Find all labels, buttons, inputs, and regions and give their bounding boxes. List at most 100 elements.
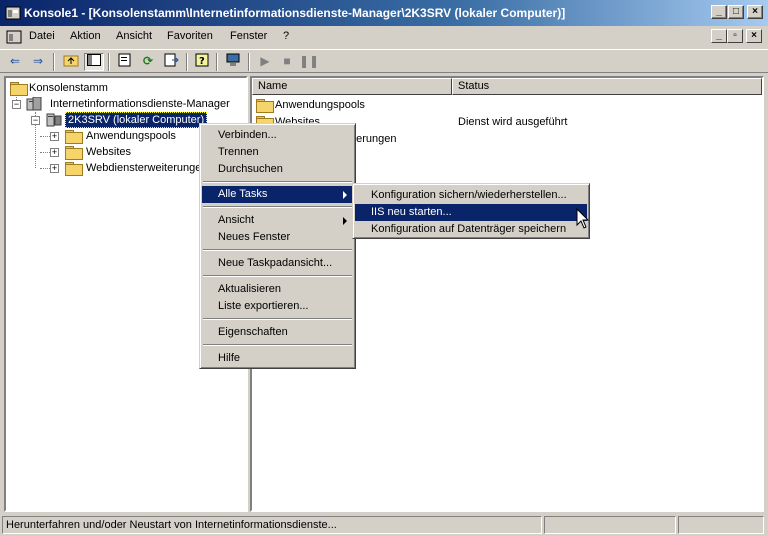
list-item-name: Anwendungspools	[275, 99, 365, 111]
toolbar-separator	[108, 53, 110, 71]
help-icon[interactable]: ?	[193, 53, 213, 71]
column-header-status[interactable]: Status	[452, 78, 762, 95]
submenu-item-iis-restart[interactable]: IIS neu starten...	[355, 204, 587, 221]
menu-item-alle-tasks[interactable]: Alle Tasks	[202, 186, 353, 203]
status-text: Herunterfahren und/oder Neustart von Int…	[2, 516, 542, 534]
back-icon[interactable]: ⇐	[5, 53, 25, 71]
menu-item-label: Eigenschaften	[218, 326, 288, 338]
server-icon	[46, 113, 62, 127]
menu-item-label: Trennen	[218, 146, 259, 158]
menu-separator	[203, 249, 352, 251]
menu-item-aktualisieren[interactable]: Aktualisieren	[202, 281, 353, 298]
menu-separator	[203, 181, 352, 183]
tree-line	[40, 152, 50, 153]
expand-icon[interactable]: +	[50, 132, 59, 141]
menu-item-taskpad[interactable]: Neue Taskpadansicht...	[202, 255, 353, 272]
properties-icon[interactable]	[115, 53, 135, 71]
toolbar-separator	[53, 53, 55, 71]
title-bar[interactable]: Konsole1 - [Konsolenstamm\Internetinform…	[0, 0, 768, 26]
submenu-arrow-icon	[343, 191, 347, 199]
menu-item-label: Ansicht	[218, 214, 255, 226]
list-item-status: Dienst wird ausgeführt	[458, 116, 568, 128]
toolbar-separator	[216, 53, 218, 71]
folder-icon	[65, 162, 83, 176]
menu-separator	[203, 275, 352, 277]
close-button[interactable]: ×	[747, 5, 763, 19]
mdi-minimize-button[interactable]: _	[711, 29, 727, 43]
menu-item-label: Neues Fenster	[218, 231, 291, 243]
folder-icon	[65, 146, 83, 160]
tree-line	[40, 168, 50, 169]
mdi-close-button[interactable]: ×	[746, 29, 762, 43]
menu-item-label: Liste exportieren...	[218, 300, 309, 312]
menu-help[interactable]: ?	[283, 30, 289, 42]
mouse-cursor-icon	[576, 208, 590, 229]
menu-item-ansicht[interactable]: Ansicht	[202, 212, 353, 229]
minimize-button[interactable]: _	[711, 5, 727, 19]
expand-icon[interactable]: +	[50, 164, 59, 173]
menu-item-eigenschaften[interactable]: Eigenschaften	[202, 324, 353, 341]
play-icon[interactable]: ▶	[255, 53, 275, 71]
expand-icon[interactable]: +	[50, 148, 59, 157]
menu-item-durchsuchen[interactable]: Durchsuchen	[202, 161, 353, 178]
show-hide-tree-icon[interactable]	[84, 53, 104, 71]
menu-item-label: Konfiguration auf Datenträger speichern	[371, 223, 567, 235]
folder-icon	[256, 99, 274, 113]
refresh-icon[interactable]: ⟳	[138, 53, 158, 71]
menu-bar: Datei Aktion Ansicht Favoriten Fenster ?…	[0, 26, 768, 48]
menu-item-verbinden[interactable]: Verbinden...	[202, 127, 353, 144]
status-cell-2	[544, 516, 676, 534]
context-menu: Verbinden... Trennen Durchsuchen Alle Ta…	[199, 123, 356, 369]
stop-icon[interactable]: ■	[277, 53, 297, 71]
toolbar-separator	[186, 53, 188, 71]
maximize-button[interactable]: □	[728, 5, 744, 19]
tree-label-manager: Internetinformationsdienste-Manager	[50, 98, 230, 110]
menu-item-trennen[interactable]: Trennen	[202, 144, 353, 161]
tree-label-server: 2K3SRV (lokaler Computer)	[65, 112, 208, 128]
menu-item-liste-exportieren[interactable]: Liste exportieren...	[202, 298, 353, 315]
computer-icon[interactable]	[223, 53, 243, 71]
menu-item-label: Aktualisieren	[218, 283, 281, 295]
mmc-icon	[5, 6, 21, 20]
svg-text:?: ?	[199, 56, 205, 67]
export-list-icon[interactable]	[161, 53, 181, 71]
menu-item-neues-fenster[interactable]: Neues Fenster	[202, 229, 353, 246]
mdi-restore-button[interactable]: ▫	[727, 29, 743, 43]
list-item[interactable]: Anwendungspools	[256, 97, 756, 113]
submenu-item-backup-config[interactable]: Konfiguration sichern/wiederherstellen..…	[355, 187, 587, 204]
forward-icon[interactable]: ⇒	[28, 53, 48, 71]
collapse-icon[interactable]: −	[12, 100, 21, 109]
iis-manager-icon	[26, 97, 42, 111]
up-level-icon[interactable]	[61, 53, 81, 71]
pause-icon[interactable]: ❚❚	[299, 53, 319, 71]
folder-icon	[65, 130, 83, 144]
submenu-alle-tasks: Konfiguration sichern/wiederherstellen..…	[352, 183, 590, 239]
toolbar: ⇐ ⇒ ⟳ ? ▶ ■ ❚❚	[0, 49, 768, 73]
menu-separator	[203, 344, 352, 346]
folder-icon	[10, 82, 28, 96]
menu-aktion[interactable]: Aktion	[70, 30, 101, 42]
menu-favoriten[interactable]: Favoriten	[167, 30, 213, 42]
menu-separator	[203, 318, 352, 320]
status-bar: Herunterfahren und/oder Neustart von Int…	[0, 514, 768, 536]
menu-item-label: Durchsuchen	[218, 163, 283, 175]
collapse-icon[interactable]: −	[31, 116, 40, 125]
submenu-arrow-icon	[343, 217, 347, 225]
toolbar-separator	[248, 53, 250, 71]
menu-item-label: Hilfe	[218, 352, 241, 364]
menu-item-label: Neue Taskpadansicht...	[218, 257, 333, 269]
tree-label-root: Konsolenstamm	[29, 82, 108, 94]
menu-separator	[203, 206, 352, 208]
console-icon	[6, 30, 22, 44]
menu-item-hilfe[interactable]: Hilfe	[202, 350, 353, 367]
menu-datei[interactable]: Datei	[29, 30, 55, 42]
menu-fenster[interactable]: Fenster	[230, 30, 267, 42]
menu-item-label: Alle Tasks	[218, 188, 268, 200]
tree-line	[40, 136, 50, 137]
window-title: Konsole1 - [Konsolenstamm\Internetinform…	[24, 6, 566, 20]
tree-label-webext: Webdiensterweiterungen	[86, 162, 208, 174]
submenu-item-save-config[interactable]: Konfiguration auf Datenträger speichern	[355, 221, 587, 238]
menu-item-label: Konfiguration sichern/wiederherstellen..…	[371, 189, 567, 201]
column-header-name[interactable]: Name	[252, 78, 452, 95]
menu-ansicht[interactable]: Ansicht	[116, 30, 152, 42]
